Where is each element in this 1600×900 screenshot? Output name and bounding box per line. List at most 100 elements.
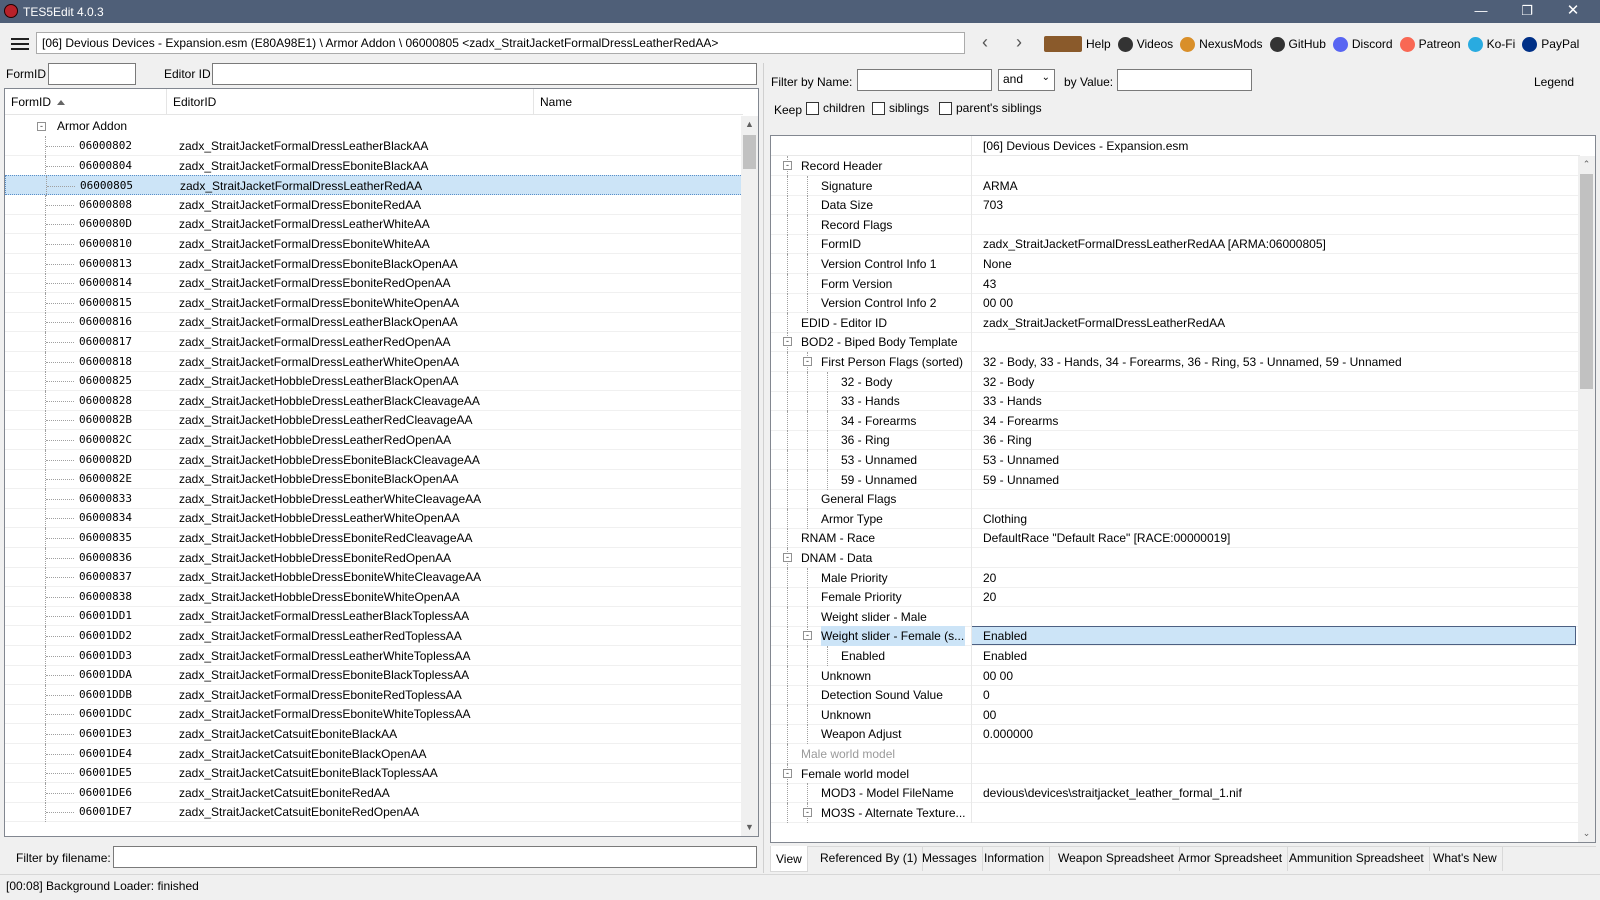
restore-button[interactable]: ❐ <box>1504 0 1550 23</box>
record-row[interactable]: 06000804 zadx_StraitJacketFormalDressEbon… <box>5 155 743 176</box>
by-value-input[interactable] <box>1117 69 1252 91</box>
forward-arrow-icon[interactable]: › <box>1006 32 1032 54</box>
field-row[interactable]: General Flags <box>771 489 1580 510</box>
record-row[interactable]: 0600082D zadx_StraitJacketHobbleDressEbon… <box>5 449 743 470</box>
record-row[interactable]: 06000816 zadx_StraitJacketFormalDressLeat… <box>5 312 743 333</box>
scroll-thumb[interactable] <box>743 135 756 169</box>
tab-weapon-spreadsheet[interactable]: Weapon Spreadsheet <box>1053 847 1180 871</box>
record-row[interactable]: 06001DE5 zadx_StraitJacketCatsuitEboniteB… <box>5 763 743 784</box>
record-row[interactable]: 06000838 zadx_StraitJacketHobbleDressEbon… <box>5 586 743 607</box>
field-row[interactable]: 59 - Unnamed 59 - Unnamed <box>771 469 1580 490</box>
patreon-link[interactable]: Patreon <box>1399 36 1461 52</box>
tab-referenced-by-1[interactable]: Referenced By (1) <box>815 847 924 871</box>
nexusmods-link[interactable]: NexusMods <box>1180 36 1263 52</box>
record-row[interactable]: 06001DD1 zadx_StraitJacketFormalDressLeat… <box>5 606 743 627</box>
field-row[interactable]: EDID - Editor ID zadx_StraitJacketFormalD… <box>771 312 1580 333</box>
field-row[interactable]: Data Size 703 <box>771 195 1580 216</box>
close-button[interactable]: ✕ <box>1550 0 1596 23</box>
tab-messages[interactable]: Messages <box>917 847 983 871</box>
discord-link[interactable]: Discord <box>1332 36 1393 52</box>
field-row[interactable]: 36 - Ring 36 - Ring <box>771 430 1580 451</box>
field-row[interactable]: Unknown 00 00 <box>771 665 1580 686</box>
field-row[interactable]: Detection Sound Value 0 <box>771 685 1580 706</box>
ko-fi-link[interactable]: Ko-Fi <box>1467 36 1515 52</box>
record-row[interactable]: 06000810 zadx_StraitJacketFormalDressEbon… <box>5 234 743 254</box>
field-row[interactable]: - Female world model <box>771 763 1580 784</box>
field-row[interactable]: Unknown 00 <box>771 704 1580 725</box>
tab-view[interactable]: View <box>770 846 808 872</box>
record-row[interactable]: 06000815 zadx_StraitJacketFormalDressEbon… <box>5 292 743 313</box>
paypal-link[interactable]: PayPal <box>1522 36 1579 52</box>
collapse-icon[interactable]: - <box>37 122 46 131</box>
grid-scrollbar[interactable]: ▲ ▼ <box>741 116 758 836</box>
record-row[interactable]: 06000833 zadx_StraitJacketHobbleDressLeat… <box>5 488 743 509</box>
menu-icon[interactable] <box>11 38 29 50</box>
scroll-up-icon[interactable]: ⌃ <box>1578 156 1595 173</box>
record-row[interactable]: 0600082C zadx_StraitJacketHobbleDressLeat… <box>5 430 743 450</box>
record-row[interactable]: 06000814 zadx_StraitJacketFormalDressEbon… <box>5 273 743 294</box>
tab-what-s-new[interactable]: What's New <box>1428 847 1503 871</box>
field-row[interactable]: 53 - Unnamed 53 - Unnamed <box>771 450 1580 470</box>
editorid-input[interactable] <box>212 63 757 85</box>
filter-name-input[interactable] <box>857 69 992 91</box>
keep-children-checkbox[interactable]: children <box>806 101 865 116</box>
field-row[interactable]: Armor Type Clothing <box>771 508 1580 529</box>
field-row[interactable]: Signature ARMA <box>771 175 1580 196</box>
field-row[interactable]: 33 - Hands 33 - Hands <box>771 391 1580 412</box>
keep-parents-siblings-checkbox[interactable]: parent's siblings <box>939 101 1042 116</box>
record-row[interactable]: 06000808 zadx_StraitJacketFormalDressEbon… <box>5 194 743 215</box>
field-row[interactable]: MOD3 - Model FileName devious\devices\str… <box>771 783 1580 804</box>
field-row[interactable]: Female Priority 20 <box>771 587 1580 608</box>
scroll-up-icon[interactable]: ▲ <box>741 116 758 133</box>
record-row[interactable]: 06000805 zadx_StraitJacketFormalDressLeat… <box>5 175 743 197</box>
record-row[interactable]: 06000836 zadx_StraitJacketHobbleDressEbon… <box>5 547 743 568</box>
keep-siblings-checkbox[interactable]: siblings <box>872 101 929 116</box>
field-row[interactable]: Enabled Enabled <box>771 646 1580 666</box>
collapse-icon[interactable]: - <box>783 768 792 778</box>
record-row[interactable]: 06001DDB zadx_StraitJacketFormalDressEbon… <box>5 684 743 705</box>
record-row[interactable]: 06000817 zadx_StraitJacketFormalDressLeat… <box>5 332 743 352</box>
record-row[interactable]: 0600082B zadx_StraitJacketHobbleDressLeat… <box>5 410 743 431</box>
field-row[interactable]: Form Version 43 <box>771 273 1580 294</box>
column-editorid[interactable]: EditorID <box>167 89 534 115</box>
record-row[interactable]: 0600082E zadx_StraitJacketHobbleDressEbon… <box>5 469 743 490</box>
record-row[interactable]: 06001DE4 zadx_StraitJacketCatsuitEboniteB… <box>5 743 743 764</box>
field-row[interactable]: 32 - Body 32 - Body <box>771 371 1580 392</box>
field-row[interactable]: Male world model <box>771 744 1580 764</box>
help-link[interactable]: Help <box>1044 36 1111 52</box>
filter-filename-input[interactable] <box>113 846 757 868</box>
record-row[interactable]: 06001DDA zadx_StraitJacketFormalDressEbon… <box>5 665 743 686</box>
formid-input[interactable] <box>48 63 136 85</box>
view-scrollbar[interactable]: ⌃ ⌄ <box>1578 156 1595 842</box>
tab-information[interactable]: Information <box>979 847 1051 871</box>
record-row[interactable]: 06001DDC zadx_StraitJacketFormalDressEbon… <box>5 704 743 725</box>
record-row[interactable]: 06000825 zadx_StraitJacketHobbleDressLeat… <box>5 371 743 392</box>
field-row[interactable]: - First Person Flags (sorted) 32 - Body, 3… <box>771 352 1580 372</box>
field-row[interactable]: Weapon Adjust 0.000000 <box>771 724 1580 745</box>
record-row[interactable]: 06000834 zadx_StraitJacketHobbleDressLeat… <box>5 508 743 529</box>
field-row[interactable]: Male Priority 20 <box>771 567 1580 588</box>
minimize-button[interactable]: — <box>1458 0 1504 23</box>
record-row[interactable]: 06000813 zadx_StraitJacketFormalDressEbon… <box>5 253 743 274</box>
field-row[interactable]: FormID zadx_StraitJacketFormalDressLeathe… <box>771 234 1580 255</box>
field-row[interactable]: Weight slider - Male <box>771 606 1580 627</box>
column-formid[interactable]: FormID <box>5 89 167 115</box>
record-row[interactable]: 06000818 zadx_StraitJacketFormalDressLeat… <box>5 351 743 372</box>
and-or-select[interactable]: and ⌄ <box>998 69 1055 91</box>
column-name[interactable]: Name <box>534 89 743 115</box>
record-row[interactable]: 06000837 zadx_StraitJacketHobbleDressEbon… <box>5 567 743 588</box>
record-row[interactable]: 06001DE6 zadx_StraitJacketCatsuitEboniteR… <box>5 782 743 803</box>
field-row[interactable]: - DNAM - Data <box>771 548 1580 568</box>
field-row[interactable]: Version Control Info 1 None <box>771 254 1580 274</box>
record-row[interactable]: 06001DE7 zadx_StraitJacketCatsuitEboniteR… <box>5 802 743 823</box>
group-row-armor-addon[interactable]: - Armor Addon <box>5 116 743 136</box>
field-row[interactable]: - BOD2 - Biped Body Template <box>771 332 1580 353</box>
field-row[interactable]: 34 - Forearms 34 - Forearms <box>771 410 1580 431</box>
field-row[interactable]: - Record Header <box>771 156 1580 176</box>
pane-splitter[interactable] <box>763 63 767 873</box>
videos-link[interactable]: Videos <box>1117 36 1173 52</box>
back-arrow-icon[interactable]: ‹ <box>972 32 998 54</box>
tab-ammunition-spreadsheet[interactable]: Ammunition Spreadsheet <box>1284 847 1430 871</box>
field-row[interactable]: Version Control Info 2 00 00 <box>771 293 1580 314</box>
record-row[interactable]: 06000835 zadx_StraitJacketHobbleDressEbon… <box>5 528 743 548</box>
